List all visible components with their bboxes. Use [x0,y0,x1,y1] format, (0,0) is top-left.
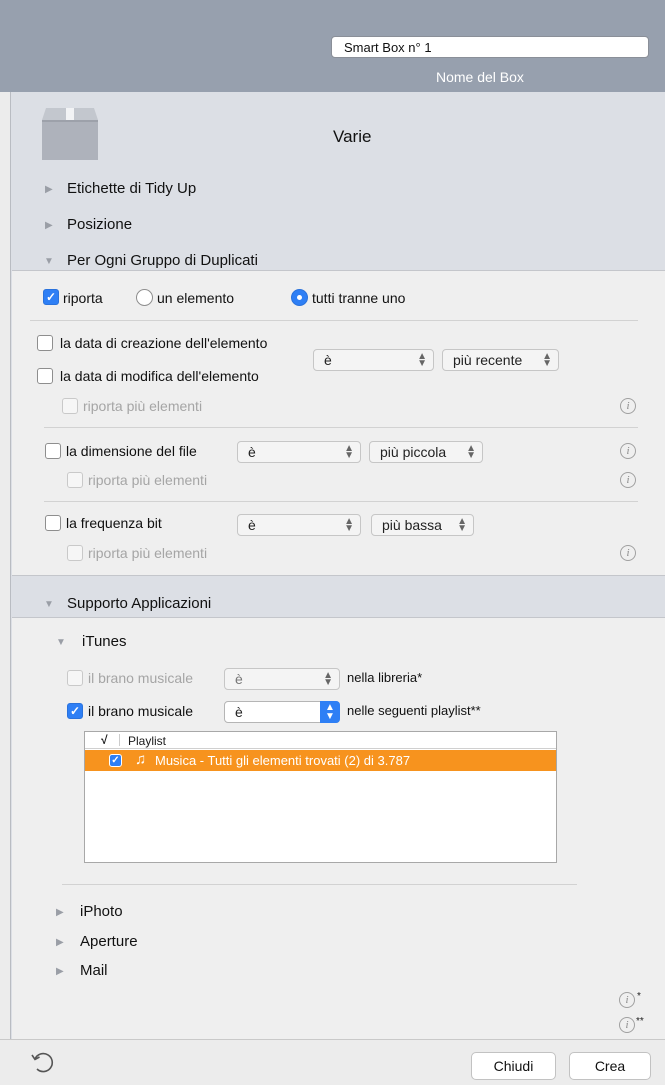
divider [30,320,638,321]
bitrate-label: la frequenza bit [66,515,162,531]
chevron-updown-icon: ▲ ▼ [323,670,333,688]
size-value-text: più piccola [380,444,447,460]
playlists-checkbox[interactable]: ✓ [67,703,83,719]
disclosure-right-icon[interactable]: ▶ [45,184,53,195]
file-size-label: la dimensione del file [66,443,197,459]
app-itunes[interactable]: iTunes [82,633,126,650]
in-library-label: nella libreria* [347,670,423,685]
size-value-popup[interactable]: più piccola ▲ ▼ [369,441,483,463]
section-app-support[interactable]: Supporto Applicazioni [67,595,211,612]
bitrate-operator-value: è [248,517,256,533]
disclosure-right-icon[interactable]: ▶ [56,907,64,918]
report-more-checkbox-date[interactable] [62,398,78,414]
playlist-row-name: Musica - Tutti gli elementi trovati (2) … [155,753,411,768]
creation-date-checkbox[interactable] [37,335,53,351]
playlist-row-checkbox[interactable]: ✓ [109,754,122,767]
disclosure-right-icon[interactable]: ▶ [56,966,64,977]
radio-all-but-one-label: tutti tranne uno [312,290,406,306]
report-more-checkbox-bitrate[interactable] [67,545,83,561]
playlists-operator-value: è [235,704,243,720]
size-operator-value: è [248,444,256,460]
report-more-label-date: riporta più elementi [83,398,203,414]
radio-one-element[interactable] [136,289,153,306]
section-per-duplicate-group[interactable]: Per Ogni Gruppo di Duplicati [67,252,258,269]
report-more-label-bitrate: riporta più elementi [88,545,208,561]
report-checkbox[interactable]: ✓ [43,289,59,305]
chevron-updown-icon: ▲ ▼ [466,443,476,461]
close-button[interactable]: Chiudi [471,1052,556,1080]
footnote-mark-2: ** [636,1016,644,1027]
report-more-label-size: riporta più elementi [88,472,208,488]
app-aperture[interactable]: Aperture [80,933,138,950]
create-button[interactable]: Crea [569,1052,651,1080]
library-operator-value: è [235,671,243,687]
section-position[interactable]: Posizione [67,216,132,233]
playlists-operator-popup[interactable]: è ▲ ▼ [224,701,340,723]
date-value-popup[interactable]: più recente ▲ ▼ [442,349,559,371]
disclosure-down-icon[interactable]: ▼ [56,637,66,648]
info-icon[interactable]: i [620,545,636,561]
report-label: riporta [63,290,103,306]
chevron-updown-icon: ▲ ▼ [542,351,552,369]
app-iphoto[interactable]: iPhoto [80,903,123,920]
chevron-updown-icon: ▲ ▼ [417,351,427,369]
file-size-checkbox[interactable] [45,443,61,459]
box-name-label: Nome del Box [436,69,524,85]
date-value-text: più recente [453,352,523,368]
table-row[interactable]: ✓ ♫ Musica - Tutti gli elementi trovati … [85,750,556,771]
footer-bar [0,1039,665,1085]
info-icon[interactable]: i [620,443,636,459]
disclosure-right-icon[interactable]: ▶ [45,220,53,231]
box-name-input[interactable]: Smart Box n° 1 [331,36,649,58]
chevron-updown-icon: ▲ ▼ [344,443,354,461]
column-divider [119,734,120,746]
modification-date-checkbox[interactable] [37,368,53,384]
table-header: √ Playlist [85,732,556,749]
section-tidy-up-labels[interactable]: Etichette di Tidy Up [67,180,196,197]
in-playlists-label: nelle seguenti playlist** [347,703,481,718]
radio-all-but-one[interactable] [291,289,308,306]
playlists-track-label: il brano musicale [88,703,194,719]
library-operator-popup[interactable]: è ▲ ▼ [224,668,340,690]
music-note-icon: ♫ [135,751,147,768]
bitrate-checkbox[interactable] [45,515,61,531]
playlist-table[interactable]: √ Playlist ✓ ♫ Musica - Tutti gli elemen… [84,731,557,863]
divider [62,884,577,885]
date-operator-popup[interactable]: è ▲ ▼ [313,349,434,371]
disclosure-right-icon[interactable]: ▶ [56,937,64,948]
info-icon[interactable]: i [619,1017,635,1033]
size-operator-popup[interactable]: è ▲ ▼ [237,441,361,463]
disclosure-down-icon[interactable]: ▼ [44,256,54,267]
modification-date-label: la data di modifica dell'elemento [60,368,259,384]
library-track-label: il brano musicale [88,670,194,686]
footnote-mark-1: * [637,991,641,1002]
category-title: Varie [333,127,372,146]
chevron-updown-icon: ▲ ▼ [344,516,354,534]
info-icon[interactable]: i [619,992,635,1008]
divider [44,501,638,502]
app-mail[interactable]: Mail [80,962,108,979]
report-more-checkbox-size[interactable] [67,472,83,488]
date-operator-value: è [324,352,332,368]
info-icon[interactable]: i [620,398,636,414]
library-checkbox[interactable] [67,670,83,686]
playlist-column-header[interactable]: Playlist [128,734,166,748]
chevron-updown-icon: ▲ ▼ [320,701,340,723]
chevron-updown-icon: ▲ ▼ [457,516,467,534]
reset-icon[interactable] [28,1048,56,1076]
creation-date-label: la data di creazione dell'elemento [60,335,268,351]
info-icon[interactable]: i [620,472,636,488]
divider [44,427,638,428]
bitrate-operator-popup[interactable]: è ▲ ▼ [237,514,361,536]
check-column-header[interactable]: √ [101,733,108,747]
bitrate-value-text: più bassa [382,517,442,533]
bitrate-value-popup[interactable]: più bassa ▲ ▼ [371,514,474,536]
radio-one-element-label: un elemento [157,290,235,306]
box-icon [42,108,98,160]
disclosure-down-icon[interactable]: ▼ [44,599,54,610]
